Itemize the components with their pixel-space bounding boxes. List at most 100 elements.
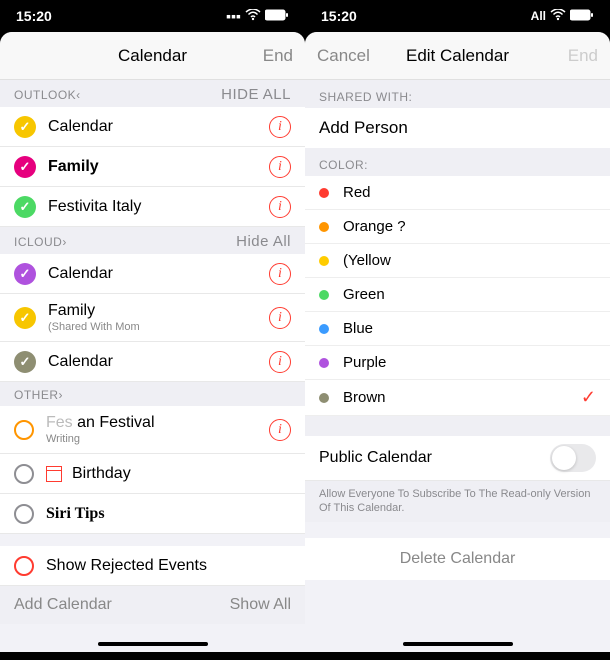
calendar-row[interactable]: Fes an Festival Writing i [0, 406, 305, 454]
signal-icon: ▪▪▪ [226, 8, 241, 24]
home-indicator [98, 642, 208, 646]
sheet-header: Calendar End [0, 32, 305, 80]
wifi-icon [550, 8, 566, 24]
check-icon [14, 263, 36, 285]
done-button[interactable]: End [568, 46, 598, 66]
info-icon[interactable]: i [269, 116, 291, 138]
phone-left: 15:20 ▪▪▪ Calendar End OUTLOOK‹ HIDE ALL… [0, 0, 305, 660]
color-name: Green [343, 286, 596, 303]
calendar-row[interactable]: Family i [0, 147, 305, 187]
color-dot-icon [319, 324, 329, 334]
section-other: OTHER› [0, 382, 305, 406]
color-row-purple[interactable]: Purple [305, 346, 610, 380]
color-dot-icon [319, 393, 329, 403]
info-icon[interactable]: i [269, 263, 291, 285]
info-icon[interactable]: i [269, 419, 291, 441]
calendar-label: Calendar [48, 118, 269, 136]
check-icon [14, 420, 34, 440]
public-calendar-row[interactable]: Public Calendar [305, 436, 610, 481]
calendar-label: Calendar [48, 265, 269, 283]
color-row-orange[interactable]: Orange ? [305, 210, 610, 244]
color-section-label: COLOR: [305, 148, 610, 176]
delete-calendar-button[interactable]: Delete Calendar [305, 538, 610, 580]
calendar-row[interactable]: Family (Shared With Mom i [0, 294, 305, 342]
status-bar: 15:20 All [305, 0, 610, 32]
color-row-green[interactable]: Green [305, 278, 610, 312]
section-label: ICLOUD› [14, 235, 67, 249]
color-dot-icon [319, 358, 329, 368]
hide-all-icloud[interactable]: Hide All [236, 233, 291, 250]
color-row-brown[interactable]: Brown ✓ [305, 380, 610, 416]
done-button[interactable]: End [263, 46, 293, 66]
calendar-label: Birthday [72, 465, 291, 483]
info-icon[interactable]: i [269, 307, 291, 329]
calendar-row[interactable]: Siri Tips [0, 494, 305, 534]
check-icon [14, 116, 36, 138]
info-icon[interactable]: i [269, 351, 291, 373]
color-dot-icon [319, 222, 329, 232]
hide-all-outlook[interactable]: HIDE ALL [221, 86, 291, 103]
wifi-icon [245, 8, 261, 24]
color-row-yellow[interactable]: (Yellow [305, 244, 610, 278]
section-icloud: ICLOUD› Hide All [0, 227, 305, 254]
info-icon[interactable]: i [269, 196, 291, 218]
section-outlook: OUTLOOK‹ HIDE ALL [0, 80, 305, 107]
calendar-label: Family [48, 158, 269, 176]
color-dot-icon [319, 256, 329, 266]
color-row-blue[interactable]: Blue [305, 312, 610, 346]
status-indicators: All [531, 8, 594, 24]
color-dot-icon [319, 290, 329, 300]
public-calendar-toggle[interactable] [550, 444, 596, 472]
color-name: Purple [343, 354, 596, 371]
add-person-input[interactable]: Add Person [305, 108, 610, 148]
status-indicators: ▪▪▪ [226, 8, 289, 24]
calendar-label: Festivita Italy [48, 198, 269, 216]
edit-calendar-sheet: Cancel Edit Calendar End SHARED WITH: Ad… [305, 32, 610, 652]
section-label: OUTLOOK‹ [14, 88, 81, 102]
calendar-label: Siri Tips [46, 505, 291, 523]
status-bar: 15:20 ▪▪▪ [0, 0, 305, 32]
status-time: 15:20 [321, 8, 357, 24]
calendar-sublabel: Writing [46, 433, 269, 445]
color-name: (Yellow [343, 252, 596, 269]
calendar-row[interactable]: Calendar i [0, 342, 305, 382]
show-rejected-label: Show Rejected Events [46, 557, 291, 575]
show-rejected-row[interactable]: Show Rejected Events [0, 546, 305, 586]
calendar-row[interactable]: Birthday [0, 454, 305, 494]
add-calendar-button[interactable]: Add Calendar [14, 596, 112, 614]
check-icon [14, 556, 34, 576]
sheet-header: Cancel Edit Calendar End [305, 32, 610, 80]
check-icon [14, 196, 36, 218]
check-icon [14, 504, 34, 524]
phone-right: 15:20 All Cancel Edit Calendar End SHARE… [305, 0, 610, 660]
status-time: 15:20 [16, 8, 52, 24]
shared-with-label: SHARED WITH: [305, 80, 610, 108]
calendar-row[interactable]: Festivita Italy i [0, 187, 305, 227]
calendar-sublabel: (Shared With Mom [48, 321, 269, 333]
calendar-row[interactable]: Calendar i [0, 254, 305, 294]
check-icon [14, 156, 36, 178]
calendar-glyph-icon [46, 466, 62, 482]
calendar-label: Calendar [48, 353, 269, 371]
page-title: Calendar [0, 46, 305, 66]
public-calendar-help: Allow Everyone To Subscribe To The Read-… [305, 481, 610, 522]
color-name: Brown [343, 389, 581, 406]
page-title: Edit Calendar [305, 46, 610, 66]
color-row-red[interactable]: Red [305, 176, 610, 210]
color-name: Orange ? [343, 218, 596, 235]
status-label: All [531, 9, 546, 23]
color-name: Red [343, 184, 596, 201]
bottom-bar: Add Calendar Show All [0, 586, 305, 624]
home-indicator [403, 642, 513, 646]
check-icon [14, 464, 34, 484]
show-all-button[interactable]: Show All [230, 596, 291, 614]
battery-icon [570, 8, 594, 24]
calendar-label: Family [48, 302, 269, 320]
public-calendar-label: Public Calendar [319, 449, 550, 467]
battery-icon [265, 8, 289, 24]
calendar-sheet: Calendar End OUTLOOK‹ HIDE ALL Calendar … [0, 32, 305, 652]
checkmark-icon: ✓ [581, 387, 596, 408]
info-icon[interactable]: i [269, 156, 291, 178]
calendar-row[interactable]: Calendar i [0, 107, 305, 147]
color-dot-icon [319, 188, 329, 198]
